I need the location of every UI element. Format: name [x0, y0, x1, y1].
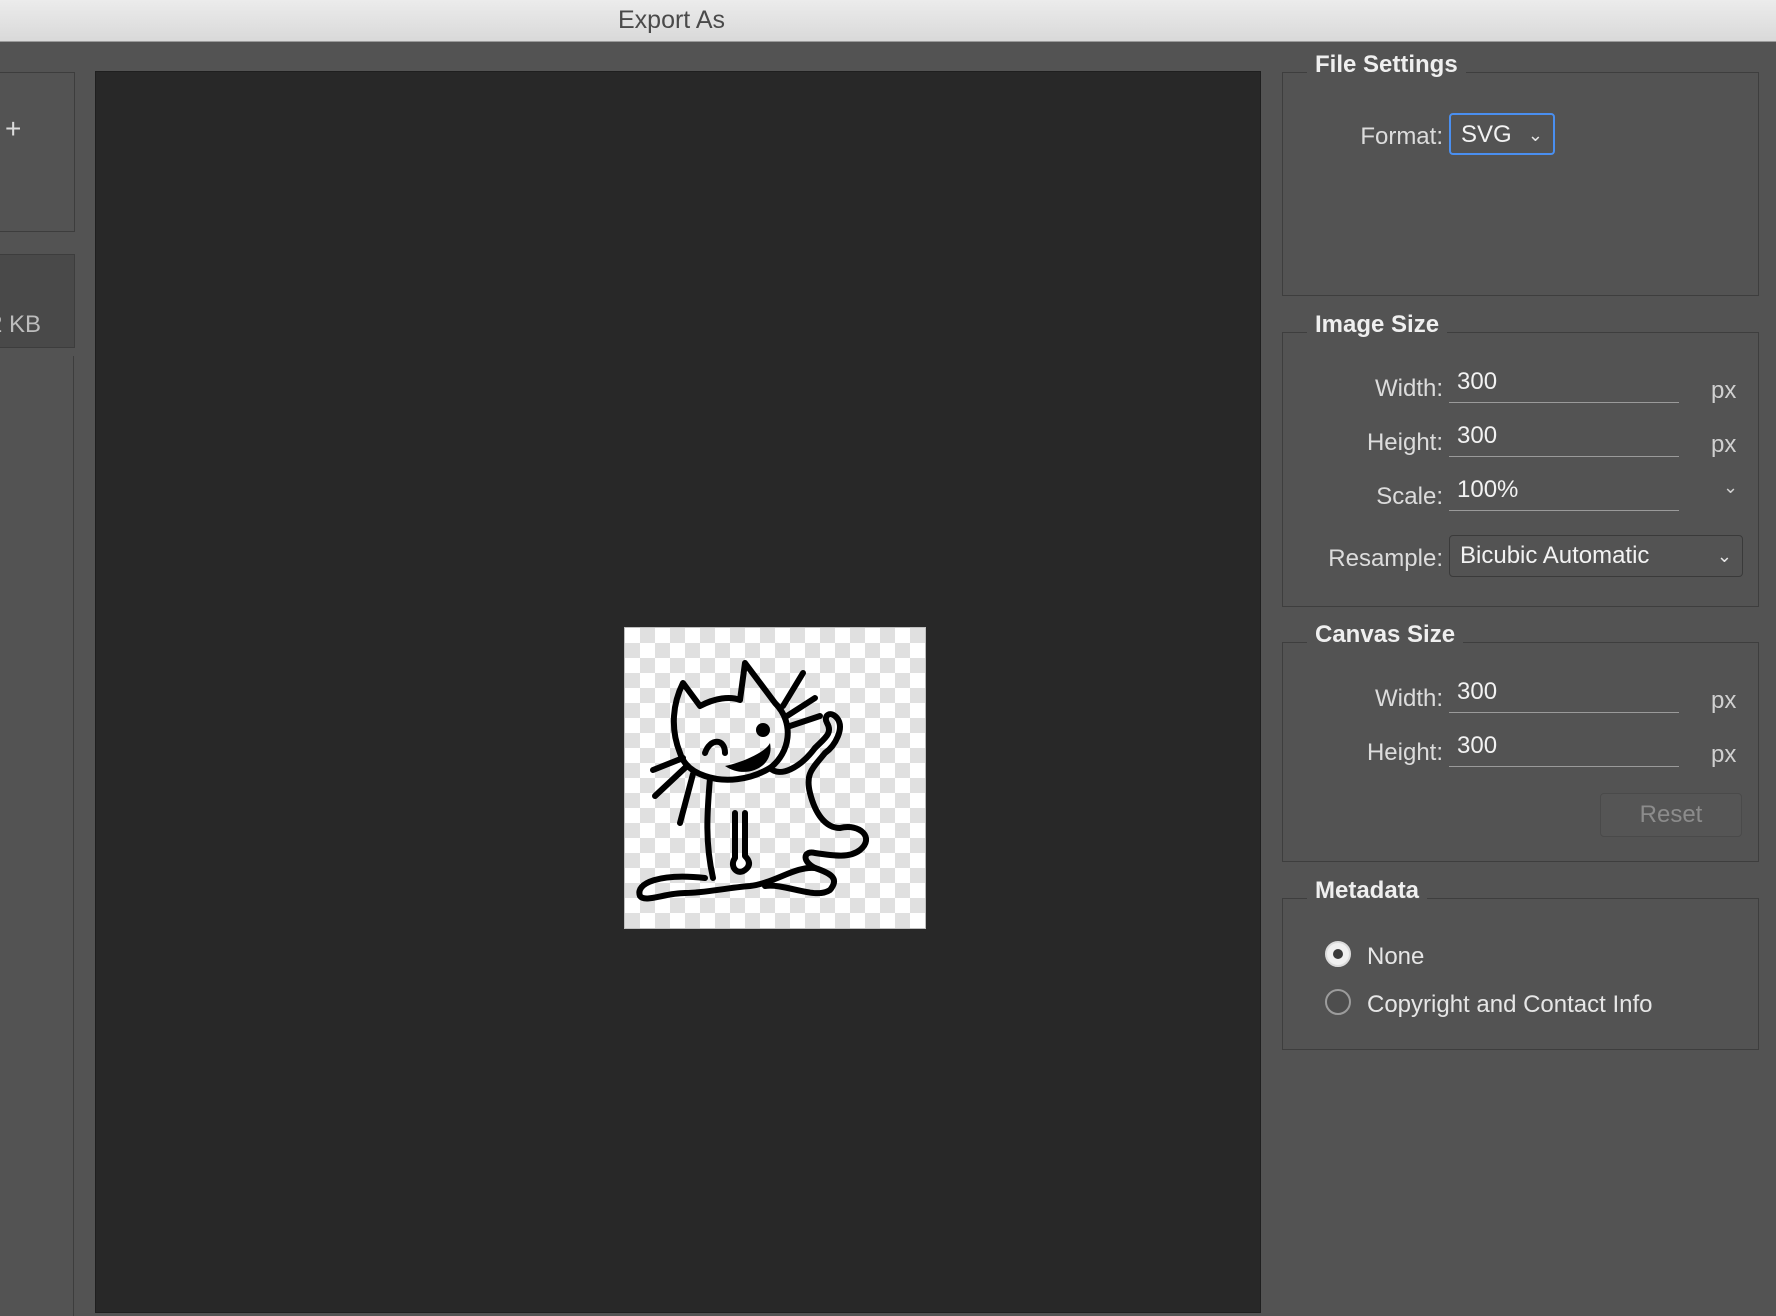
image-height-unit: px [1711, 431, 1737, 458]
canvas-width-input[interactable]: 300 [1449, 677, 1679, 713]
settings-panel: File Settings Format: SVG ⌄ Image Size W… [1282, 0, 1776, 1298]
canvas-size-group: Canvas Size Width: 300 px Height: 300 px… [1282, 621, 1759, 862]
chevron-down-icon[interactable]: ⌄ [1723, 477, 1738, 498]
asset-list-panel: + [0, 72, 75, 232]
image-height-label: Height: [1366, 429, 1443, 456]
window-title: Export As [618, 6, 725, 34]
canvas-size-title: Canvas Size [1307, 621, 1464, 649]
chevron-down-icon: ⌄ [1527, 125, 1543, 145]
file-settings-title: File Settings [1307, 51, 1466, 79]
metadata-copyright-label[interactable]: Copyright and Contact Info [1367, 991, 1653, 1019]
format-value: SVG [1461, 121, 1512, 148]
image-size-group: Image Size Width: 300 px Height: 300 px … [1282, 311, 1759, 607]
chevron-down-icon: ⌄ [1716, 546, 1732, 566]
preview-area[interactable] [95, 71, 1261, 1313]
image-width-unit: px [1711, 377, 1737, 404]
resample-value: Bicubic Automatic [1460, 542, 1650, 569]
preview-image [624, 627, 926, 929]
image-size-title: Image Size [1307, 311, 1448, 339]
metadata-none-radio[interactable] [1325, 941, 1351, 967]
metadata-copyright-radio[interactable] [1325, 989, 1351, 1015]
resample-label: Resample: [1328, 545, 1443, 572]
canvas-height-unit: px [1711, 741, 1737, 768]
plus-icon[interactable]: + [5, 115, 21, 143]
canvas-height-input[interactable]: 300 [1449, 731, 1679, 767]
asset-thumbnail[interactable]: 2 KB [0, 254, 75, 348]
left-panel-body [0, 356, 74, 1316]
scale-input[interactable]: 100% [1449, 475, 1679, 511]
cat-drawing [636, 660, 869, 902]
image-width-input[interactable]: 300 [1449, 367, 1679, 403]
reset-button[interactable]: Reset [1600, 793, 1742, 837]
format-label: Format: [1360, 123, 1443, 150]
canvas-width-unit: px [1711, 687, 1737, 714]
image-width-label: Width: [1374, 375, 1443, 402]
file-settings-group: File Settings Format: SVG ⌄ [1282, 51, 1759, 296]
metadata-none-label[interactable]: None [1367, 943, 1424, 971]
canvas-height-label: Height: [1366, 739, 1443, 766]
metadata-group: Metadata None Copyright and Contact Info [1282, 877, 1759, 1050]
format-select[interactable]: SVG ⌄ [1449, 113, 1555, 155]
file-size-label: 2 KB [0, 311, 42, 338]
metadata-title: Metadata [1307, 877, 1428, 905]
canvas-width-label: Width: [1374, 685, 1443, 712]
image-height-input[interactable]: 300 [1449, 421, 1679, 457]
resample-select[interactable]: Bicubic Automatic ⌄ [1449, 535, 1743, 577]
scale-label: Scale: [1376, 483, 1443, 510]
